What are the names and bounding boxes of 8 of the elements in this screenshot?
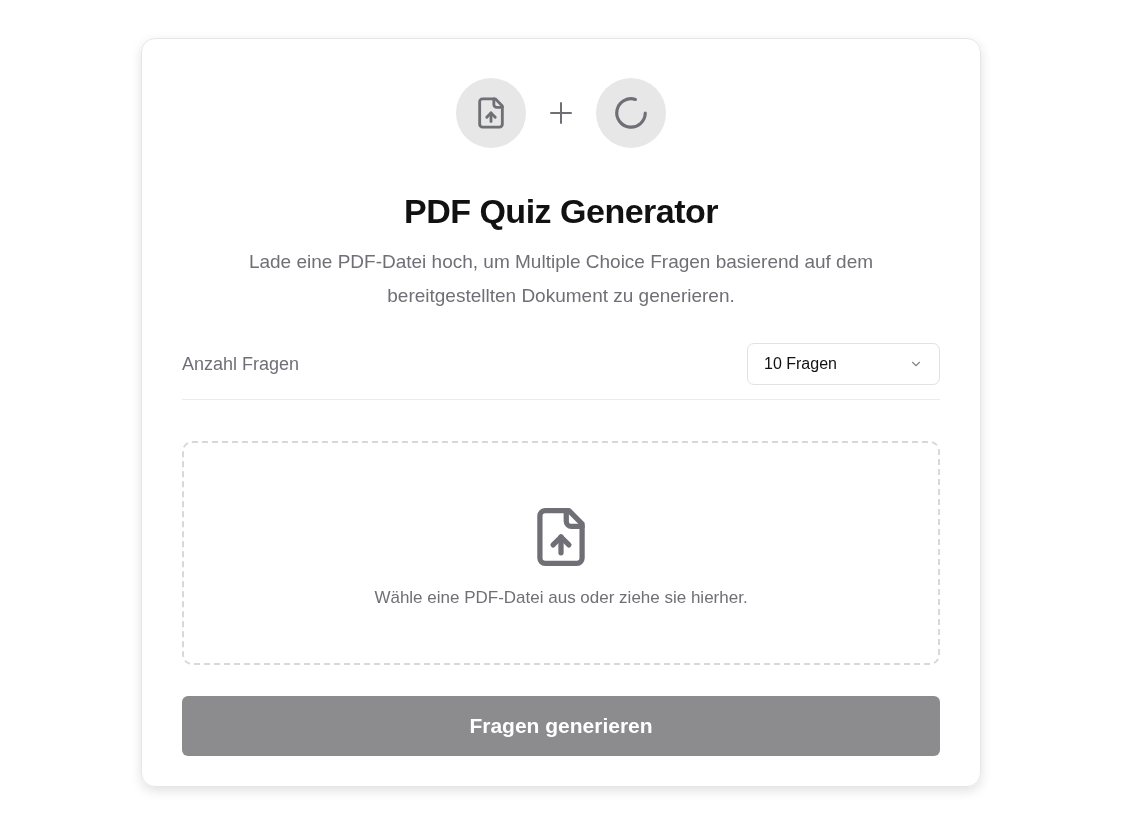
page-title: PDF Quiz Generator xyxy=(403,192,719,231)
plus-icon xyxy=(550,102,572,124)
question-count-dropdown[interactable]: 10 Fragen xyxy=(747,343,940,385)
file-dropzone[interactable]: Wähle eine PDF-Datei aus oder ziehe sie hierher. xyxy=(182,441,940,665)
question-count-label: Anzahl Fragen xyxy=(182,353,300,375)
file-upload-icon xyxy=(536,508,586,566)
description: Lade eine PDF-Datei hoch, um Multiple Choice Fragen basierend auf dem bereitgestellten Dokument zu generieren. xyxy=(247,250,875,308)
dropzone-hint: Wähle eine PDF-Datei aus oder ziehe sie hierher. xyxy=(374,588,748,608)
